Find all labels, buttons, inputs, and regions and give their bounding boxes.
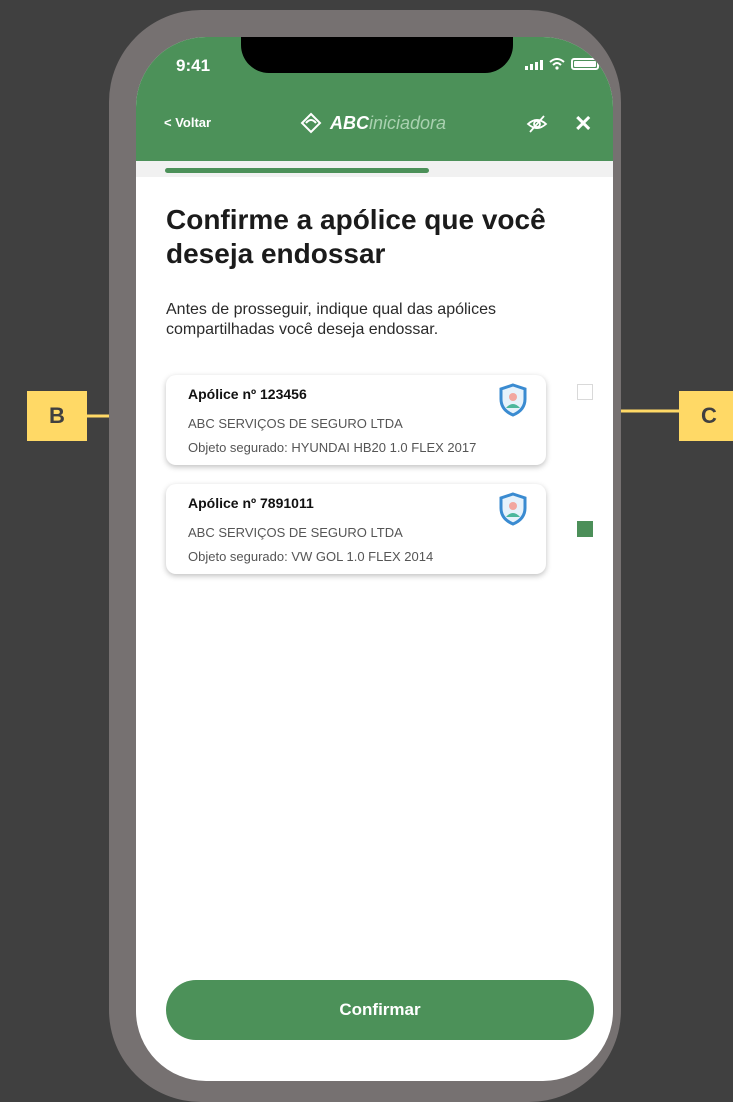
back-button-label: < Voltar: [164, 115, 212, 130]
policy-number: Apólice nº 7891011: [188, 495, 314, 511]
battery-icon: [571, 58, 599, 70]
brand-logo: ABCiniciadora: [300, 112, 446, 134]
callout-c: C: [679, 391, 733, 441]
policy-checkbox[interactable]: [577, 384, 593, 400]
confirm-button-label: Confirmar: [339, 1000, 421, 1019]
brand-name-bold: ABC: [330, 112, 369, 133]
eye-off-icon[interactable]: [526, 114, 548, 134]
shield-person-icon: [499, 492, 527, 526]
policy-insured-object: Objeto segurado: VW GOL 1.0 FLEX 2014: [188, 549, 434, 564]
brand-name-light: iniciadora: [369, 112, 447, 133]
app-header: 9:41 < Voltar ABCiniciadora ✕: [136, 37, 613, 161]
status-icons: [525, 58, 599, 70]
brand-name: ABCiniciadora: [330, 113, 446, 134]
policy-card[interactable]: Apólice nº 123456 ABC SERVIÇOS DE SEGURO…: [166, 375, 546, 465]
policy-insurer: ABC SERVIÇOS DE SEGURO LTDA: [188, 416, 403, 431]
phone-notch: [241, 37, 513, 73]
page-description: Antes de prosseguir, indique qual das ap…: [166, 301, 496, 338]
callout-b: B: [27, 391, 87, 441]
progress-bar-fill: [165, 168, 429, 173]
callout-b-label: B: [49, 403, 65, 428]
policy-number: Apólice nº 123456: [188, 386, 307, 402]
shield-person-icon: [499, 383, 527, 417]
back-button[interactable]: < Voltar: [164, 115, 211, 130]
policy-insurer: ABC SERVIÇOS DE SEGURO LTDA: [188, 525, 403, 540]
brand-logo-icon: [300, 112, 322, 134]
policy-checkbox-selected[interactable]: [577, 521, 593, 537]
policy-card[interactable]: Apólice nº 7891011 ABC SERVIÇOS DE SEGUR…: [166, 484, 546, 574]
policy-insured-object: Objeto segurado: HYUNDAI HB20 1.0 FLEX 2…: [188, 440, 477, 455]
close-icon[interactable]: ✕: [574, 113, 592, 135]
wifi-icon: [549, 58, 565, 70]
signal-icon: [525, 60, 543, 70]
status-time: 9:41: [176, 56, 211, 75]
callout-c-label: C: [701, 403, 717, 428]
page-title: Confirme a apólice que você deseja endos…: [166, 204, 546, 269]
nav-bar: < Voltar ABCiniciadora ✕: [136, 112, 613, 138]
phone-screen: 9:41 < Voltar ABCiniciadora ✕ Confirme a…: [136, 37, 613, 1081]
confirm-button[interactable]: Confirmar: [166, 980, 594, 1040]
